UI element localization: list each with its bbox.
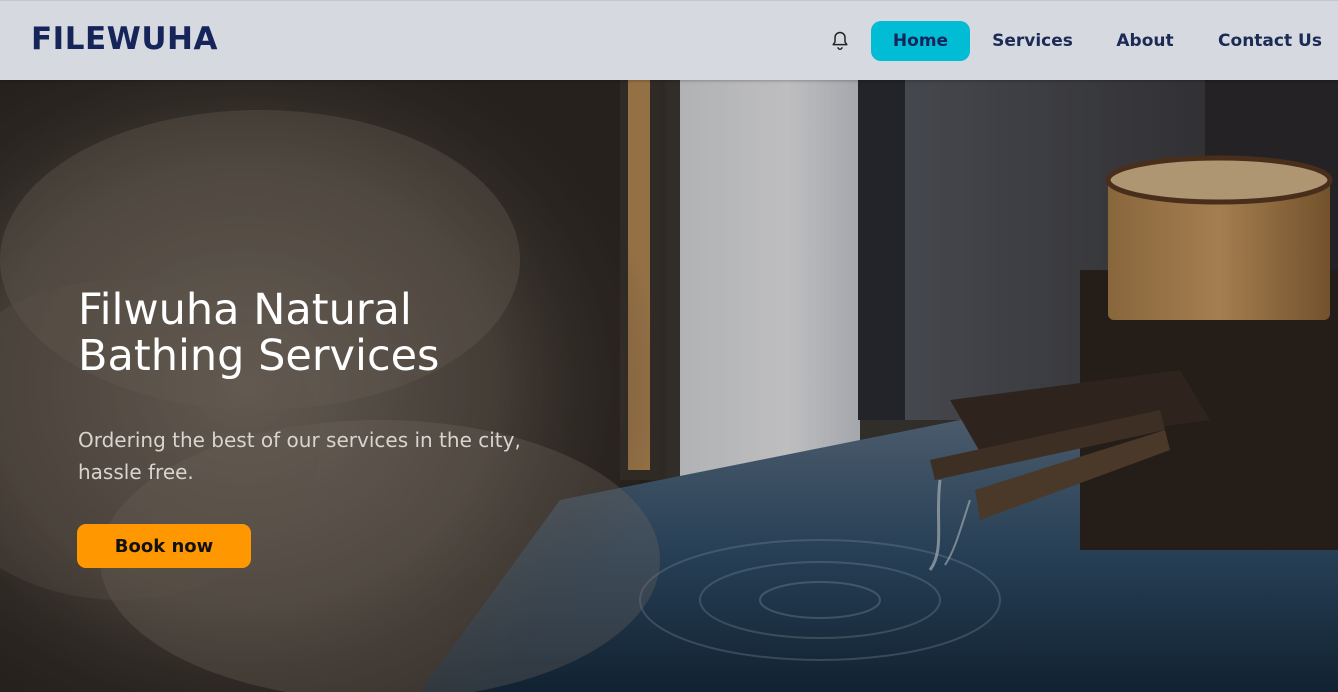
top-navbar: FILEWUHA Home Services About Contact Us	[0, 0, 1338, 80]
hero-title: Filwuha Natural Bathing Services	[78, 287, 578, 379]
book-now-button[interactable]: Book now	[77, 524, 251, 568]
hero-title-line-1: Filwuha Natural	[78, 285, 412, 335]
nav-contact-us[interactable]: Contact Us	[1216, 21, 1324, 61]
hero-subtitle-line-1: Ordering the best of our services in the…	[78, 428, 521, 452]
nav-services[interactable]: Services	[990, 21, 1075, 61]
brand-logo[interactable]: FILEWUHA	[31, 21, 218, 57]
hero-background-image	[0, 80, 1338, 692]
hero-subtitle-line-2: hassle free.	[78, 460, 194, 484]
hero-title-line-2: Bathing Services	[78, 331, 440, 381]
nav-home[interactable]: Home	[871, 21, 970, 61]
hero-subtitle: Ordering the best of our services in the…	[78, 424, 568, 488]
hero-section: Filwuha Natural Bathing Services Orderin…	[0, 80, 1338, 692]
nav-about[interactable]: About	[1110, 21, 1180, 61]
bell-icon[interactable]	[828, 29, 852, 53]
